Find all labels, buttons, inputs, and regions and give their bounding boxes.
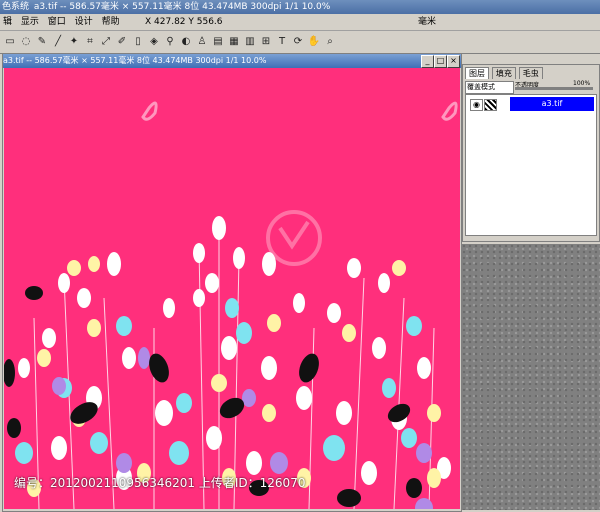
- brush-icon[interactable]: ✐: [115, 34, 129, 48]
- cursor-coordinates: X 427.82 Y 556.6: [145, 17, 223, 27]
- image-id-watermark: 编号：20120021109563462​01 上传者ID：126070: [14, 476, 306, 490]
- unit-label: 毫米: [418, 17, 437, 27]
- menu-bar: 辑 显示 窗口 设计 帮助 X 427.82 Y 556.6 毫米: [0, 14, 600, 31]
- menu-help[interactable]: 帮助: [99, 14, 123, 30]
- tab-fill[interactable]: 填充: [491, 67, 516, 79]
- stamp-icon[interactable]: ♙: [195, 34, 209, 48]
- grid-alt-icon[interactable]: ▥: [243, 34, 257, 48]
- zoom-icon[interactable]: ⌕: [323, 34, 337, 48]
- menu-window[interactable]: 窗口: [45, 14, 69, 30]
- white-flowers: [18, 216, 451, 490]
- document-title: a3.tif -- 586.57毫米 × 557.11毫米 8位 43.474M…: [3, 56, 267, 65]
- app-title-bar: 色系统 a3.tif -- 586.57毫米 × 557.11毫米 8位 43.…: [0, 0, 600, 14]
- menu-view[interactable]: 显示: [18, 14, 42, 30]
- close-button[interactable]: ×: [447, 55, 460, 68]
- app-title: 色系统: [2, 2, 30, 12]
- pen-icon[interactable]: ✎: [35, 34, 49, 48]
- fit-icon[interactable]: ⊞: [259, 34, 273, 48]
- menu-design[interactable]: 设计: [72, 14, 96, 30]
- document-title-bar: a3.tif -- 586.57毫米 × 557.11毫米 8位 43.474M…: [3, 54, 461, 68]
- line-icon[interactable]: ╱: [51, 34, 65, 48]
- eye-icon[interactable]: ◉: [470, 99, 483, 111]
- texture-preview: [462, 244, 600, 510]
- rotate-icon[interactable]: ⟳: [291, 34, 305, 48]
- tool-bar: ▭ ◌ ✎ ╱ ✦ ⌗ ⤢ ✐ ▯ ◈ ⚲ ◐ ♙ ▤ ▦ ▥ ⊞ T ⟳ ✋ …: [0, 31, 600, 54]
- crop-icon[interactable]: ⌗: [83, 34, 97, 48]
- document-window: a3.tif -- 586.57毫米 × 557.11毫米 8位 43.474M…: [2, 53, 462, 512]
- hand-icon[interactable]: ✋: [307, 34, 321, 48]
- watermark-logo-icon: [141, 101, 458, 121]
- eraser-icon[interactable]: ▯: [131, 34, 145, 48]
- text-icon[interactable]: T: [275, 34, 289, 48]
- lasso-icon[interactable]: ◌: [19, 34, 33, 48]
- opacity-slider[interactable]: [515, 87, 593, 90]
- menu-edit[interactable]: 辑: [0, 14, 15, 30]
- layer-row[interactable]: ◉ a3.tif: [468, 97, 594, 111]
- app-title-file-info: a3.tif -- 586.57毫米 × 557.11毫米 8位 43.474M…: [33, 2, 331, 12]
- layers-panel: 图层 填充 毛虫 覆盖模式 不透明度 100% ◉ a3.tif: [462, 64, 600, 242]
- fill-icon[interactable]: ◈: [147, 34, 161, 48]
- select-rect-icon[interactable]: ▭: [3, 34, 17, 48]
- layer-name[interactable]: a3.tif: [510, 97, 594, 111]
- dropper-icon[interactable]: ⚲: [163, 34, 177, 48]
- transform-icon[interactable]: ⤢: [99, 34, 113, 48]
- layer-list: ◉ a3.tif: [465, 94, 597, 236]
- blend-mode-select[interactable]: 覆盖模式: [465, 81, 514, 94]
- tab-layers[interactable]: 图层: [465, 67, 489, 79]
- artwork-canvas[interactable]: [4, 68, 460, 509]
- tab-brush[interactable]: 毛虫: [518, 67, 543, 79]
- minimize-button[interactable]: _: [421, 55, 434, 68]
- grid-icon[interactable]: ▦: [227, 34, 241, 48]
- floral-pattern: [4, 101, 458, 509]
- opacity-value: 100%: [573, 80, 591, 87]
- panel-tabs: 图层 填充 毛虫: [465, 67, 543, 79]
- gradient-icon[interactable]: ◐: [179, 34, 193, 48]
- magic-wand-icon[interactable]: ✦: [67, 34, 81, 48]
- site-watermark-icon: [266, 210, 322, 266]
- layer-icon[interactable]: ▤: [211, 34, 225, 48]
- layer-thumbnail: [484, 99, 497, 111]
- maximize-button[interactable]: □: [434, 55, 447, 68]
